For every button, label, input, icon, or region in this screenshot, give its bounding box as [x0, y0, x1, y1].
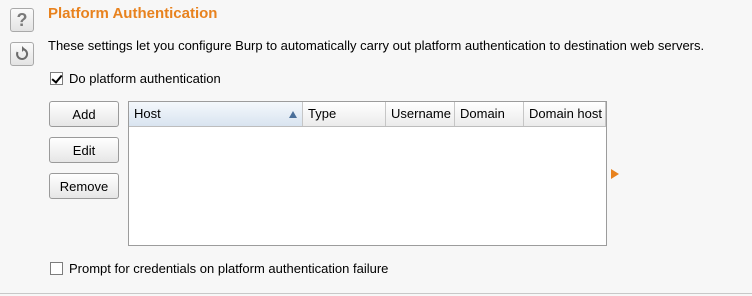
column-header-label: Type	[308, 106, 337, 121]
do-platform-auth-label: Do platform authentication	[69, 71, 221, 86]
remove-button[interactable]: Remove	[49, 173, 119, 199]
edit-button[interactable]: Edit	[49, 137, 119, 163]
do-platform-auth-option[interactable]: Do platform authentication	[50, 71, 221, 86]
column-header-host[interactable]: Host	[129, 102, 303, 126]
column-header-type[interactable]: Type	[303, 102, 386, 126]
table-header: Host Type Username Domain Domain host	[129, 102, 606, 127]
platform-auth-table[interactable]: Host Type Username Domain Domain host	[128, 101, 607, 246]
section-title: Platform Authentication	[48, 5, 218, 22]
prompt-credentials-option[interactable]: Prompt for credentials on platform authe…	[50, 261, 388, 276]
do-platform-auth-checkbox[interactable]	[50, 72, 63, 85]
help-icon: ?	[16, 10, 28, 30]
section-description: These settings let you configure Burp to…	[48, 38, 705, 53]
column-header-domain-host[interactable]: Domain host	[524, 102, 606, 126]
prompt-credentials-checkbox[interactable]	[50, 262, 63, 275]
column-header-label: Host	[134, 106, 161, 121]
section-divider	[0, 293, 752, 294]
sort-ascending-icon	[289, 111, 297, 118]
expand-arrow-icon[interactable]	[611, 169, 619, 179]
add-button[interactable]: Add	[49, 101, 119, 127]
refresh-icon	[16, 46, 29, 60]
column-header-label: Domain host	[529, 106, 602, 121]
column-header-label: Username	[391, 106, 451, 121]
column-header-domain[interactable]: Domain	[455, 102, 524, 126]
help-button[interactable]: ?	[10, 8, 34, 32]
column-header-username[interactable]: Username	[386, 102, 455, 126]
prompt-credentials-label: Prompt for credentials on platform authe…	[69, 261, 389, 276]
column-header-label: Domain	[460, 106, 505, 121]
reset-defaults-button[interactable]	[10, 42, 34, 66]
